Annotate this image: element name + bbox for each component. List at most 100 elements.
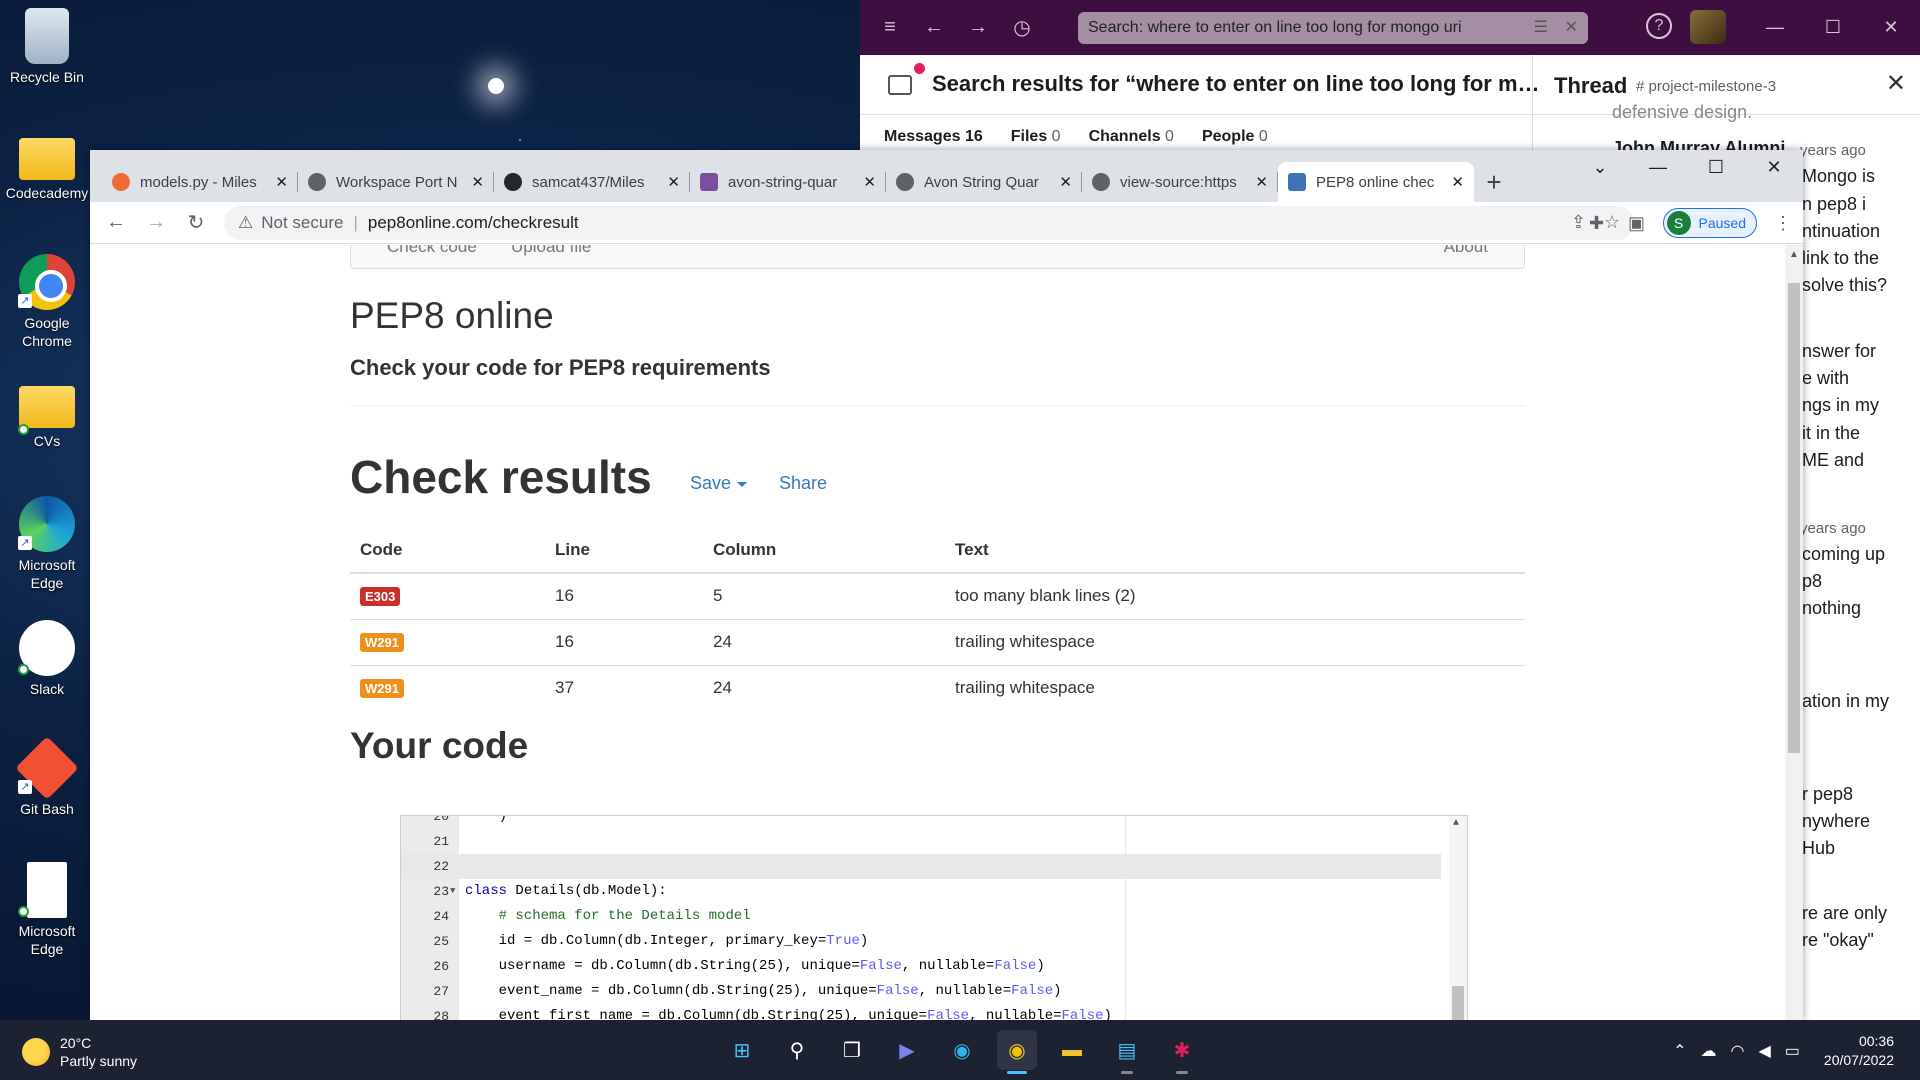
scroll-up-icon[interactable]: ▲ xyxy=(1453,818,1459,829)
task-view-icon[interactable]: ❐ xyxy=(832,1030,872,1070)
help-icon[interactable]: ? xyxy=(1646,13,1672,39)
close-icon[interactable]: ✕ xyxy=(1862,0,1920,55)
start-icon[interactable]: ⊞ xyxy=(722,1030,762,1070)
side-panel-icon[interactable]: ▣ xyxy=(1617,213,1657,234)
close-tab-icon[interactable]: ✕ xyxy=(471,173,484,191)
more-menu-icon[interactable]: ⋮ xyxy=(1763,213,1803,234)
back-arrow-icon[interactable]: ← xyxy=(912,16,956,39)
editor-scrollbar[interactable]: ▲ xyxy=(1449,816,1467,1020)
close-tab-icon[interactable]: ✕ xyxy=(667,173,680,191)
thread-text: link to the xyxy=(1802,248,1880,268)
minimize-icon[interactable]: — xyxy=(1629,150,1687,184)
new-tab-button[interactable]: + xyxy=(1474,162,1514,202)
nav-check-code[interactable]: Check code xyxy=(387,245,477,257)
share-link[interactable]: Share xyxy=(779,473,827,494)
scroll-thumb[interactable] xyxy=(1788,283,1800,753)
close-icon[interactable]: ✕ xyxy=(1745,150,1803,184)
microsoft-edge-shortcut[interactable]: ↗ Microsoft Edge xyxy=(4,496,90,592)
onedrive-icon[interactable]: ☁ xyxy=(1701,1041,1717,1061)
nav-upload-file[interactable]: Upload file xyxy=(511,245,591,257)
history-icon[interactable]: ◷ xyxy=(1000,15,1044,40)
browser-tab[interactable]: samcat437/Miles ✕ xyxy=(494,162,690,202)
page-scrollbar[interactable]: ▲ xyxy=(1785,245,1803,1020)
battery-icon[interactable]: ▭ xyxy=(1785,1041,1800,1061)
close-tab-icon[interactable]: ✕ xyxy=(1059,173,1072,191)
cvs-folder[interactable]: CVs xyxy=(4,376,90,450)
recycle-bin-shortcut[interactable]: Recycle Bin xyxy=(4,8,90,86)
tab-files[interactable]: Files 0 xyxy=(1011,128,1061,146)
code-editor[interactable]: 20 ) 21 22 23 ▼ class Details(db.Model): … xyxy=(400,815,1468,1020)
clock[interactable]: 00:36 20/07/2022 xyxy=(1824,1032,1894,1070)
thread-channel[interactable]: # project-milestone-3 xyxy=(1636,78,1776,95)
reload-button[interactable]: ↻ xyxy=(176,210,216,235)
thread-text: defensive design. xyxy=(1612,102,1753,122)
close-tab-icon[interactable]: ✕ xyxy=(1451,173,1464,191)
file-explorer-icon[interactable]: ▬ xyxy=(1052,1030,1092,1070)
close-tab-icon[interactable]: ✕ xyxy=(1255,173,1268,191)
warning-code-badge: W291 xyxy=(360,679,404,699)
slack-search-bar[interactable]: Search: where to enter on line too long … xyxy=(1078,12,1588,44)
thread-timestamp[interactable]: years ago xyxy=(1800,520,1866,537)
forward-button[interactable]: → xyxy=(136,211,176,234)
extensions-icon[interactable]: ✚ xyxy=(1577,213,1617,234)
clear-search-icon[interactable]: ✕ xyxy=(1565,12,1578,44)
warning-icon[interactable]: ⚠ xyxy=(238,213,253,233)
nav-about[interactable]: About xyxy=(1444,245,1488,257)
results-heading: Check results xyxy=(350,451,652,503)
url-text[interactable]: pep8online.com/checkresult xyxy=(368,213,579,233)
maximize-icon[interactable]: ☐ xyxy=(1687,150,1745,184)
search-icon[interactable]: ⚲ xyxy=(777,1030,817,1070)
profile-button[interactable]: S Paused xyxy=(1662,208,1757,238)
scroll-up-icon[interactable]: ▲ xyxy=(1789,249,1799,260)
address-bar[interactable]: ⚠ Not secure | pep8online.com/checkresul… xyxy=(224,206,1634,240)
tab-search-icon[interactable]: ⌄ xyxy=(1571,150,1629,184)
fold-arrow-icon[interactable]: ▼ xyxy=(450,879,455,904)
save-dropdown[interactable]: Save xyxy=(690,473,748,494)
browser-tab[interactable]: models.py - Miles ✕ xyxy=(102,162,298,202)
thread-text: Mongo is xyxy=(1802,166,1876,186)
google-chrome-shortcut[interactable]: ↗ Google Chrome xyxy=(4,254,90,350)
github-icon xyxy=(504,173,522,191)
security-label[interactable]: Not secure xyxy=(261,213,343,233)
sidebar-toggle-icon[interactable] xyxy=(888,75,912,95)
codecademy-folder[interactable]: Codecademy xyxy=(4,128,90,202)
menu-icon[interactable]: ≡ xyxy=(868,16,912,39)
teams-chat-icon[interactable]: ▶ xyxy=(887,1030,927,1070)
desktop-icon-label: Recycle Bin xyxy=(10,69,84,85)
browser-tab-active[interactable]: PEP8 online chec ✕ xyxy=(1278,162,1474,202)
chrome-icon[interactable]: ◉ xyxy=(997,1030,1037,1074)
back-button[interactable]: ← xyxy=(96,211,136,234)
folder-icon xyxy=(19,386,75,428)
close-thread-icon[interactable]: ✕ xyxy=(1886,69,1906,98)
notepad-icon[interactable]: ▤ xyxy=(1107,1030,1147,1074)
close-tab-icon[interactable]: ✕ xyxy=(275,173,288,191)
browser-tab[interactable]: Avon String Quar ✕ xyxy=(886,162,1082,202)
git-bash-shortcut[interactable]: ↗ Git Bash xyxy=(4,736,90,818)
line-cell: 16 xyxy=(545,618,703,665)
tab-people[interactable]: People 0 xyxy=(1202,128,1268,146)
scroll-thumb[interactable] xyxy=(1452,986,1464,1020)
weather-widget[interactable]: 20°C Partly sunny xyxy=(22,1034,137,1070)
tab-title: Workspace Port N xyxy=(336,173,458,191)
wifi-icon[interactable]: ◠ xyxy=(1731,1041,1745,1061)
tab-channels[interactable]: Channels 0 xyxy=(1089,128,1174,146)
maximize-icon[interactable]: ☐ xyxy=(1804,0,1862,55)
microsoft-edge-file[interactable]: Microsoft Edge xyxy=(4,862,90,958)
code-line: 28 event_first_name = db.Column(db.Strin… xyxy=(433,1008,1112,1020)
slack-icon[interactable]: ✱ xyxy=(1162,1030,1202,1074)
browser-tab[interactable]: Workspace Port N ✕ xyxy=(298,162,494,202)
edge-icon[interactable]: ◉ xyxy=(942,1030,982,1070)
thread-timestamp[interactable]: years ago xyxy=(1800,142,1866,159)
slack-shortcut[interactable]: Slack xyxy=(4,620,90,698)
user-avatar[interactable] xyxy=(1690,10,1726,44)
volume-icon[interactable]: ◀ xyxy=(1758,1041,1770,1061)
browser-tab[interactable]: avon-string-quar ✕ xyxy=(690,162,886,202)
browser-tab[interactable]: view-source:https ✕ xyxy=(1082,162,1278,202)
minimize-icon[interactable]: — xyxy=(1746,0,1804,55)
forward-arrow-icon[interactable]: → xyxy=(956,16,1000,39)
filter-icon[interactable]: ☰ xyxy=(1534,12,1548,44)
chevron-up-icon[interactable]: ⌃ xyxy=(1673,1041,1686,1061)
code-line: 27 event_name = db.Column(db.String(25),… xyxy=(433,983,1062,999)
tab-messages[interactable]: Messages 16 xyxy=(884,128,983,146)
close-tab-icon[interactable]: ✕ xyxy=(863,173,876,191)
